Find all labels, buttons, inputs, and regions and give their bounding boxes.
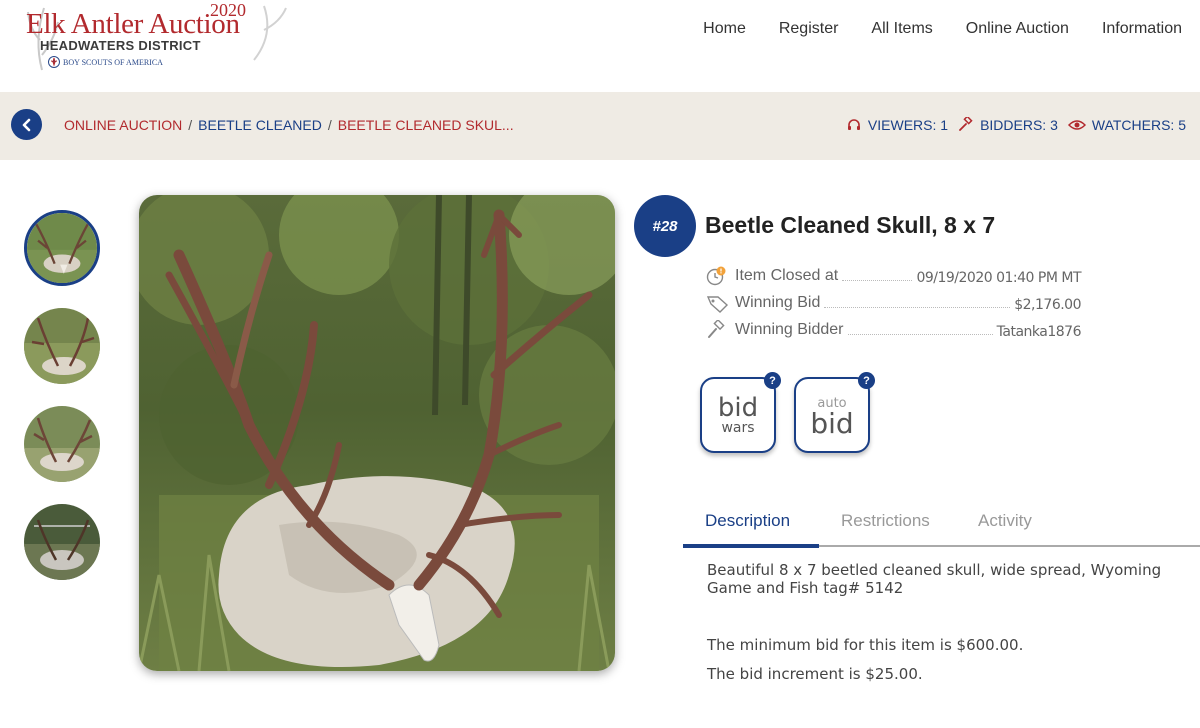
bidders-count: BIDDERS: 3 (980, 117, 1058, 133)
item-closed-value: 09/19/2020 01:40 PM MT (916, 270, 1081, 286)
item-tabs: Description Restrictions Activity (683, 505, 1200, 548)
nav-register[interactable]: Register (779, 20, 839, 38)
logo-title: Elk Antler Auction (26, 8, 240, 40)
fleur-de-lis-icon (48, 56, 60, 68)
price-tag-icon (706, 296, 729, 313)
breadcrumb: ONLINE AUCTION / BEETLE CLEANED / BEETLE… (64, 117, 514, 133)
gavel-icon (708, 320, 725, 338)
gavel-icon (959, 117, 973, 131)
bid-increment-note: The bid increment is $25.00. (707, 665, 923, 683)
minimum-bid-note: The minimum bid for this item is $600.00… (707, 636, 1024, 654)
thumbnail-2[interactable] (24, 308, 100, 384)
headset-icon (847, 119, 860, 130)
help-icon[interactable]: ? (764, 372, 781, 389)
auto-bid-line2: bid (810, 407, 854, 440)
breadcrumb-beetle-cleaned[interactable]: BEETLE CLEANED (198, 117, 322, 133)
viewers-count: VIEWERS: 1 (867, 117, 949, 133)
tab-description[interactable]: Description (705, 511, 790, 531)
item-description: Beautiful 8 x 7 beetled cleaned skull, w… (707, 561, 1162, 597)
breadcrumb-separator: / (327, 117, 332, 133)
thumbnail-3[interactable] (24, 406, 100, 482)
help-icon[interactable]: ? (858, 372, 875, 389)
tab-activity[interactable]: Activity (978, 511, 1032, 531)
elk-skull-thumbnail-image (24, 406, 100, 482)
tab-restrictions[interactable]: Restrictions (841, 511, 930, 531)
auto-bid-button[interactable]: ? auto bid (794, 372, 875, 453)
item-stats: VIEWERS: 1 BIDDERS: 3 WATCHERS: 5 (846, 117, 1186, 133)
winning-bid-value: $2,176.00 (1014, 297, 1081, 313)
watchers-stat: WATCHERS: 5 (1067, 117, 1186, 133)
watchers-count: WATCHERS: 5 (1091, 117, 1186, 133)
winning-bidder-row: Winning Bidder Tatanka1876 (705, 316, 1082, 340)
site-header: 2020 Elk Antler Auction HEADWATERS DISTR… (0, 0, 1200, 92)
breadcrumb-online-auction[interactable]: ONLINE AUCTION (64, 117, 182, 133)
clock-alert-icon (706, 266, 726, 286)
elk-skull-photo (139, 195, 615, 671)
thumbnail-4[interactable] (24, 504, 100, 580)
winning-bid-label: Winning Bid (735, 294, 821, 311)
main-item-image[interactable] (139, 195, 615, 671)
nav-home[interactable]: Home (703, 20, 746, 38)
chevron-left-icon (22, 118, 30, 131)
breadcrumb-current-item: BEETLE CLEANED SKUL... (337, 117, 514, 133)
elk-skull-thumbnail-image (24, 308, 100, 384)
bid-wars-line1: bid (717, 393, 759, 423)
bid-wars-line2: wars (721, 420, 755, 436)
item-title: Beetle Cleaned Skull, 8 x 7 (705, 212, 996, 238)
viewers-stat: VIEWERS: 1 (846, 117, 948, 133)
nav-information[interactable]: Information (1102, 20, 1182, 38)
lot-number-badge: #28 (634, 195, 696, 257)
thumbnail-1[interactable] (24, 210, 100, 286)
winning-bidder-value: Tatanka1876 (996, 324, 1082, 340)
breadcrumb-separator: / (188, 117, 193, 133)
winning-bidder-label: Winning Bidder (735, 321, 844, 338)
back-button[interactable] (11, 109, 42, 140)
main-nav: Home Register All Items Online Auction I… (703, 20, 1182, 38)
bidders-stat: BIDDERS: 3 (958, 117, 1058, 133)
winning-bid-row: Winning Bid $2,176.00 (705, 289, 1081, 313)
logo-org: BOY SCOUTS OF AMERICA (48, 56, 163, 68)
bid-wars-button[interactable]: ? bid wars (700, 372, 781, 453)
active-tab-indicator (683, 544, 819, 548)
nav-all-items[interactable]: All Items (871, 20, 932, 38)
eye-icon (1067, 120, 1086, 130)
elk-skull-thumbnail-image (27, 213, 97, 283)
item-closed-label: Item Closed at (735, 267, 839, 284)
logo-org-text: BOY SCOUTS OF AMERICA (63, 57, 163, 67)
nav-online-auction[interactable]: Online Auction (966, 20, 1069, 38)
logo-district: HEADWATERS DISTRICT (40, 38, 201, 53)
item-closed-row: Item Closed at 09/19/2020 01:40 PM MT (705, 262, 1081, 286)
elk-skull-thumbnail-image (24, 504, 100, 580)
site-logo[interactable]: 2020 Elk Antler Auction HEADWATERS DISTR… (24, 0, 294, 80)
